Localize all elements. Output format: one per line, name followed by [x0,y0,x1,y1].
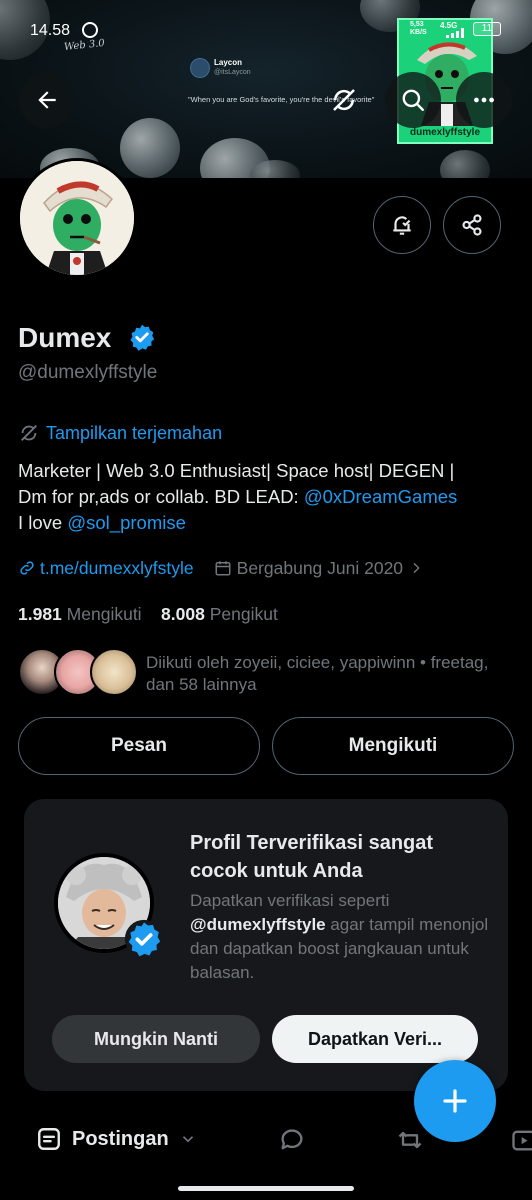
battery-icon: 11 [473,22,501,36]
bio-line: I love @sol_promise [18,510,518,536]
banner-orb [120,118,180,178]
verified-badge-icon[interactable] [128,323,156,351]
hide-translation-button[interactable] [316,72,372,128]
profile-tab-bar: Postingan [0,1108,532,1172]
following-label: Mengikuti [66,604,142,624]
tab-posts[interactable]: Postingan [36,1126,197,1152]
network-speed-unit: KB/S [410,29,427,36]
verified-promo-card: Profil Terverifikasi sangat cocok untuk … [24,799,508,1091]
chevron-right-icon [413,562,420,574]
network-speed: 5,53 KB/S [410,21,427,37]
search-icon [402,89,424,111]
verified-badge-icon [124,919,164,959]
nft-label: dumexlyffstyle [409,127,481,138]
mutual-followers-avatars[interactable] [18,648,138,698]
following-button[interactable]: Mengikuti [272,717,514,775]
followers-link[interactable]: 8.008 Pengikut [161,604,278,624]
follow-counts: 1.981 Mengikuti 8.008 Pengikut [18,604,278,625]
bio-line: Marketer | Web 3.0 Enthusiast| Space hos… [18,460,455,481]
banner-orb [440,150,490,178]
avatar-character-icon [20,161,134,275]
bio-mention-link[interactable]: @sol_promise [67,512,186,533]
profile-avatar[interactable] [17,158,137,278]
tweet-name: Laycon [214,58,243,67]
following-count: 1.981 [18,604,62,624]
followers-count: 8.008 [161,604,205,624]
message-button[interactable]: Pesan [18,717,260,775]
translate-link[interactable]: Tampilkan terjemahan [18,422,222,444]
search-button[interactable] [385,72,441,128]
calendar-icon [215,561,231,576]
tweet-avatar [190,58,210,78]
profile-handle: @dumexlyffstyle [18,362,158,383]
promo-description: Dapatkan verifikasi seperti @dumexlyffst… [190,889,490,985]
following-link[interactable]: 1.981 Mengikuti [18,604,142,624]
more-options-button[interactable] [456,72,512,128]
share-button[interactable] [443,196,501,254]
posts-icon [38,1128,60,1150]
bio-text: I love [18,512,68,533]
mutual-avatar [90,648,138,696]
website-url: t.me/dumexxlyfstyle [40,557,194,578]
translate-label: Tampilkan terjemahan [46,422,223,443]
promo-title: Profil Terverifikasi sangat cocok untuk … [190,832,434,882]
share-icon [462,214,482,236]
followed-by-text[interactable]: Diikuti oleh zoyeii, ciciee, yappiwinn •… [146,652,516,696]
translate-icon [21,425,37,441]
status-bar: 14.58 5,53 KB/S 4.5G 11 [0,18,532,44]
link-icon [20,561,34,575]
get-verified-button[interactable]: Dapatkan Veri... [272,1015,478,1063]
bio-text: Dm for pr,ads or collab. BD LEAD: [18,486,304,507]
profile-meta: t.me/dumexxlyfstyle Bergabung Juni 2020 [18,556,518,580]
promo-desc-text: Dapatkan verifikasi seperti [190,891,390,910]
back-arrow-icon [38,91,56,109]
media-icon[interactable] [510,1126,532,1154]
followers-label: Pengikut [209,604,278,624]
joined-date[interactable]: Bergabung Juni 2020 [214,558,424,579]
status-time: 14.58 [30,22,71,39]
notification-bell-icon [393,216,411,235]
more-icon [474,97,494,103]
bio-mention-link[interactable]: @0xDreamGames [304,486,457,507]
promo-desc-handle: @dumexlyffstyle [190,915,326,934]
tweet-handle: @itsLaycon [214,69,251,76]
reply-icon[interactable] [278,1126,306,1154]
chevron-down-icon [182,1136,193,1143]
home-indicator[interactable] [178,1186,354,1191]
profile-bio: Marketer | Web 3.0 Enthusiast| Space hos… [18,458,518,536]
website-link[interactable]: t.me/dumexxlyfstyle [18,558,194,579]
display-name: Dumex [18,322,112,353]
back-button[interactable] [19,72,75,128]
translate-off-icon [333,89,355,111]
signal-icon [446,28,466,38]
maybe-later-button[interactable]: Mungkin Nanti [52,1015,260,1063]
network-speed-value: 5,53 [410,21,424,28]
repost-icon[interactable] [396,1126,424,1154]
bio-line: Dm for pr,ads or collab. BD LEAD: @0xDre… [18,484,518,510]
tab-posts-label: Postingan [72,1127,169,1150]
joined-label: Bergabung Juni 2020 [236,557,404,578]
whatsapp-icon [82,22,98,38]
notification-button[interactable] [373,196,431,254]
